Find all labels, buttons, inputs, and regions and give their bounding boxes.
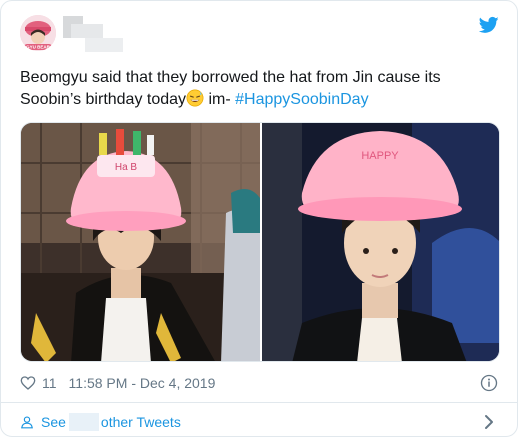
avatar-caption: GYU BEAR xyxy=(26,45,51,50)
other-tweets-label: other Tweets xyxy=(100,414,181,430)
tweet-meta: 11 11:58 PM - Dec 4, 2019 xyxy=(20,373,215,393)
info-icon[interactable] xyxy=(480,374,498,392)
svg-text:Ha B: Ha B xyxy=(115,162,138,173)
tweet-card: GYU BEAR Beomgyu said that they borrowed… xyxy=(0,0,518,437)
avatar[interactable]: GYU BEAR xyxy=(20,15,56,51)
see-label: See xyxy=(41,414,66,430)
tweet-media[interactable]: Ha B HAPPY xyxy=(20,122,500,362)
svg-text:HAPPY: HAPPY xyxy=(361,150,399,162)
photo-right[interactable]: HAPPY xyxy=(262,123,500,362)
chevron-right-icon[interactable] xyxy=(483,414,495,430)
heart-icon[interactable] xyxy=(20,375,36,391)
twitter-bird-icon[interactable] xyxy=(479,15,499,35)
redacted-username-footer xyxy=(68,413,99,431)
see-other-tweets-link[interactable]: See other Tweets xyxy=(20,412,181,432)
photo-left[interactable]: Ha B xyxy=(21,123,260,362)
like-count[interactable]: 11 xyxy=(42,375,57,391)
person-icon xyxy=(21,416,33,429)
timestamp[interactable]: 11:58 PM - Dec 4, 2019 xyxy=(69,375,216,391)
tweet-text-suffix: im- xyxy=(204,91,236,108)
hashtag-link[interactable]: #HappySoobinDay xyxy=(235,91,368,108)
tweet-text: Beomgyu said that they borrowed the hat … xyxy=(20,67,500,111)
divider xyxy=(1,402,517,403)
redacted-username xyxy=(63,16,123,54)
grinning-sweat-emoji-icon xyxy=(186,89,204,107)
